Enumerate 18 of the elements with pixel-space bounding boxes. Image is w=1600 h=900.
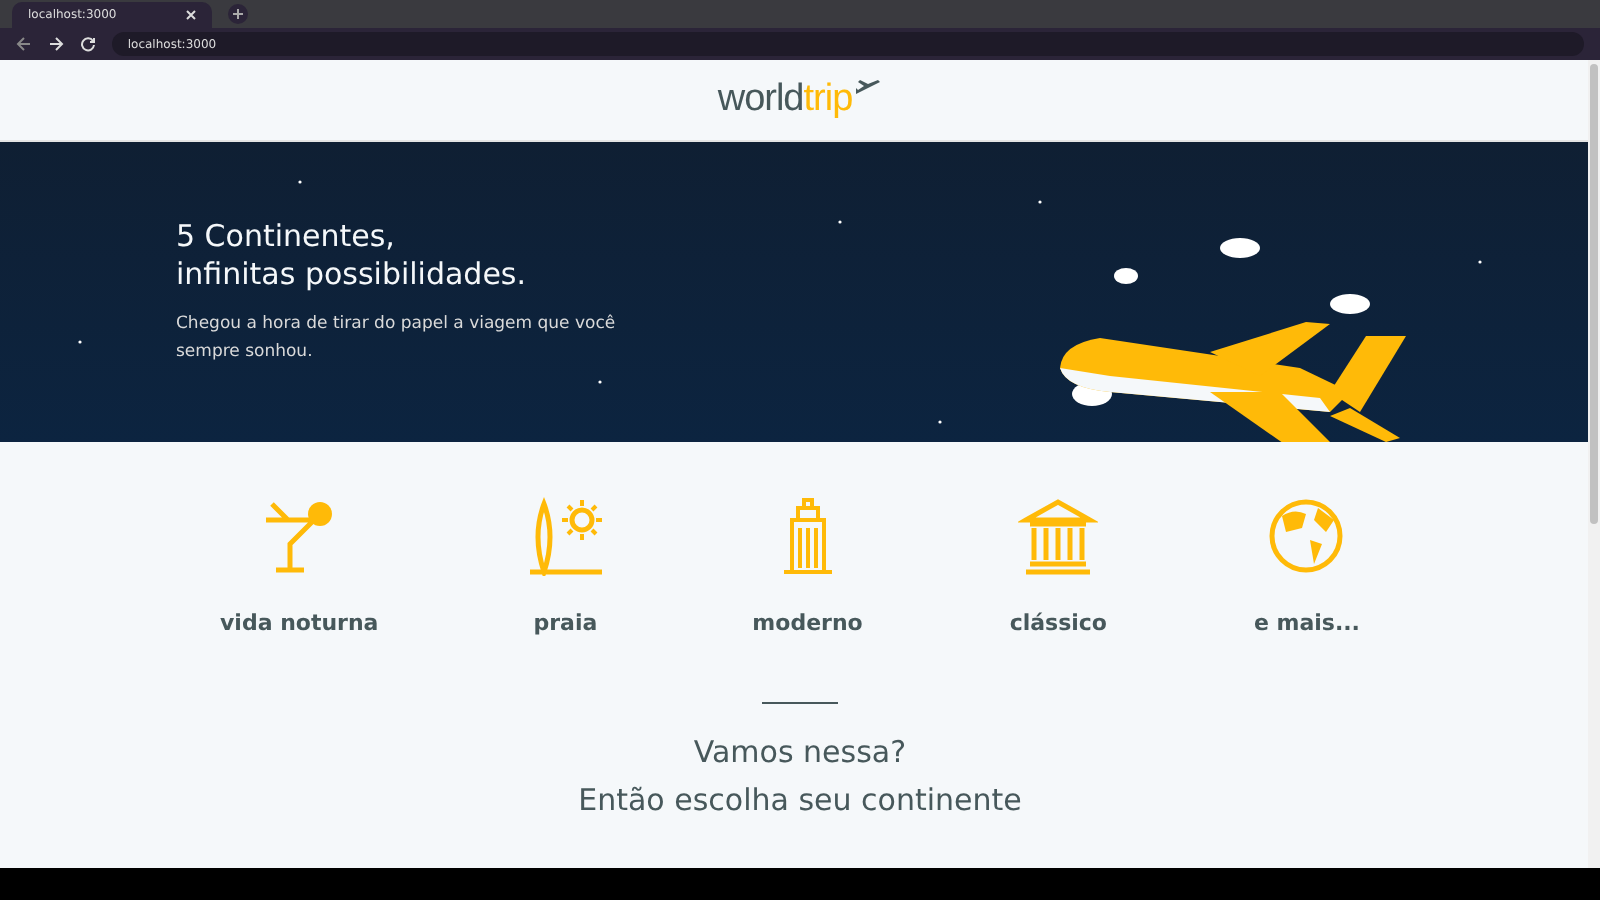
new-tab-icon[interactable] xyxy=(228,4,248,24)
category-label: clássico xyxy=(1009,608,1107,640)
temple-icon xyxy=(1018,496,1099,576)
category-label: vida noturna xyxy=(220,608,379,640)
call-to-action-text: Vamos nessa? xyxy=(693,731,907,773)
category-label: moderno xyxy=(752,608,863,640)
banner-title: 5 Continentes, infinitas possibilidades. xyxy=(176,218,529,294)
logo[interactable]: worldtrip xyxy=(717,71,883,129)
banner-subtitle: Chegou a hora de tirar do papel a viagem que você sempre sonhou. xyxy=(176,312,618,366)
reload-icon[interactable] xyxy=(79,36,96,52)
call-to-action-text: Então escolha seu continente xyxy=(578,779,1022,821)
surfboard-and-sun-icon xyxy=(525,496,606,576)
forward-icon[interactable] xyxy=(47,36,64,52)
category-label: praia xyxy=(533,608,598,640)
category-label: e mais... xyxy=(1253,608,1360,640)
globe-icon xyxy=(1266,496,1347,576)
back-icon[interactable] xyxy=(16,36,32,52)
close-icon[interactable] xyxy=(186,10,196,20)
